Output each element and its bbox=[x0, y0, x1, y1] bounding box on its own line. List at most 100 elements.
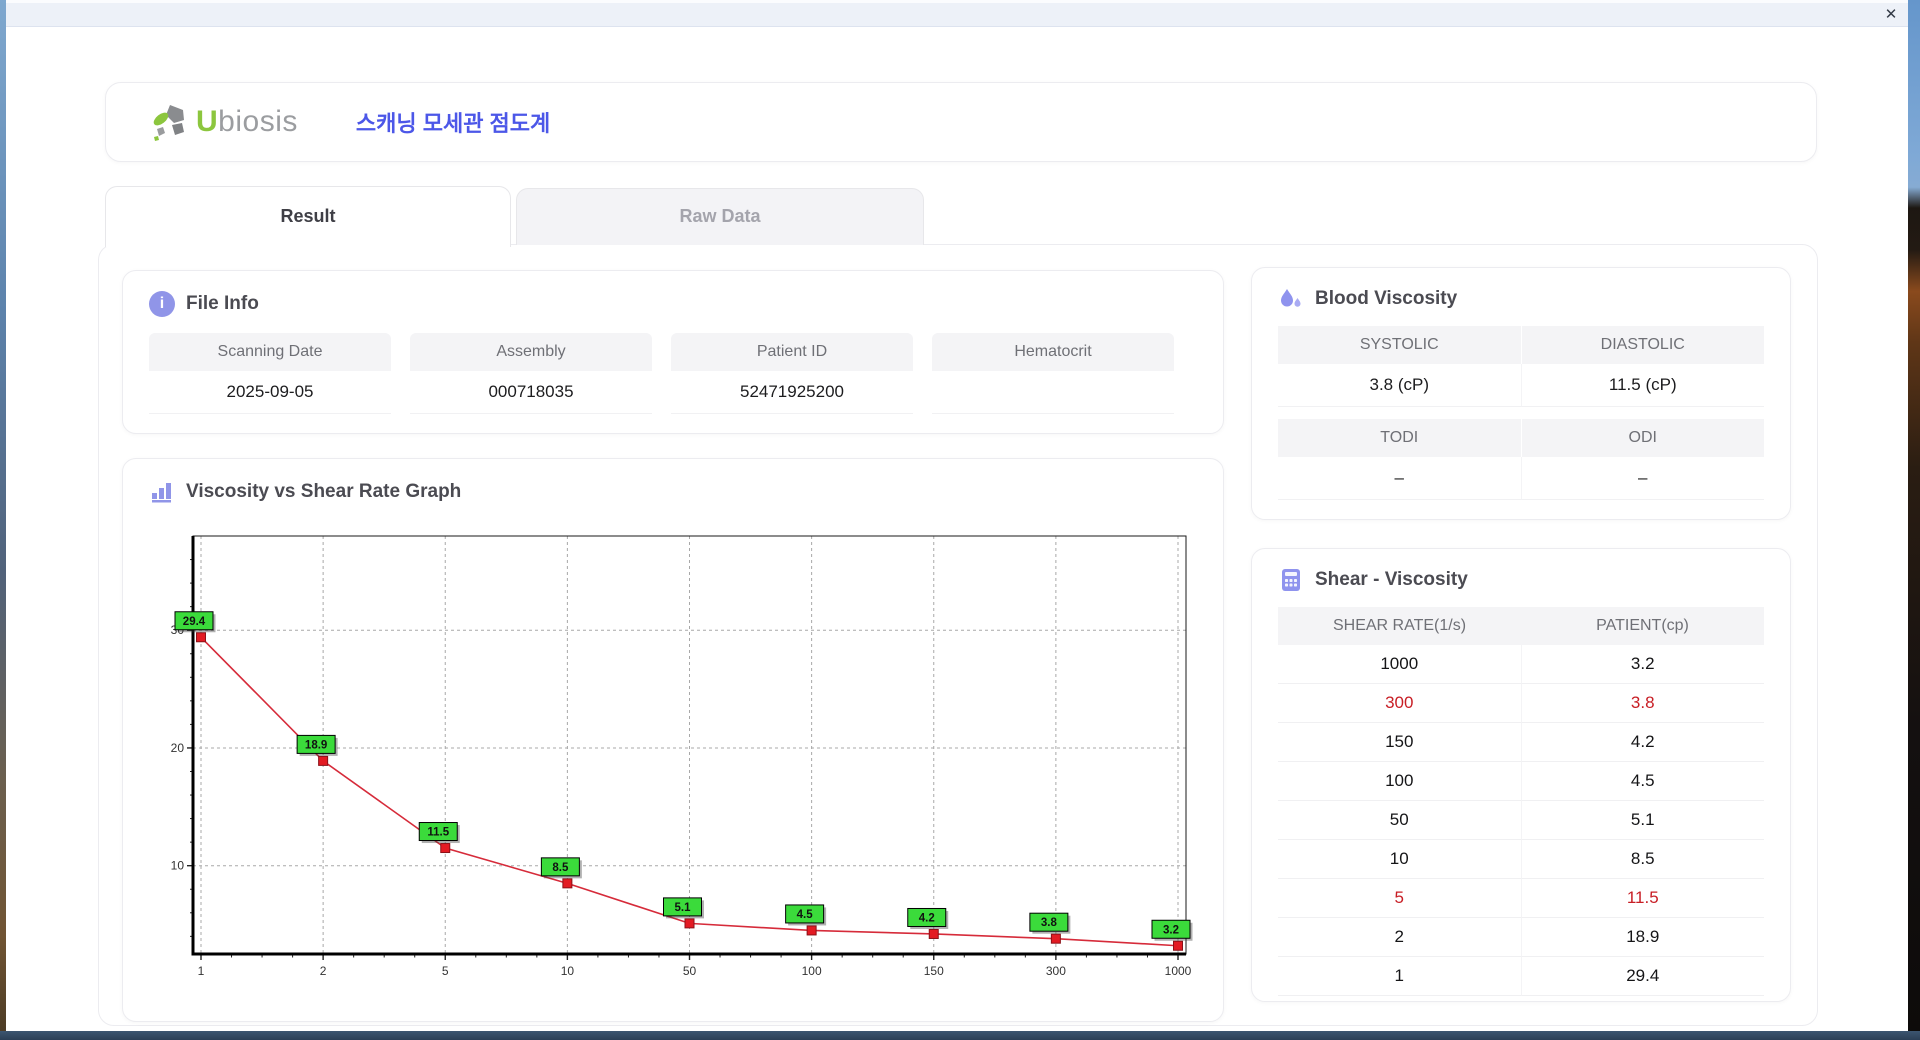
patient-viscosity-cell: 29.4 bbox=[1521, 957, 1764, 996]
chart-data-label-text: 8.5 bbox=[552, 862, 569, 874]
shear-rate-cell: 2 bbox=[1278, 918, 1522, 957]
chart-data-point bbox=[1050, 933, 1061, 944]
shear-table-row: 2 18.9 bbox=[1278, 918, 1764, 957]
chart-data-label-text: 5.1 bbox=[675, 902, 692, 914]
bv-header-row: TODI ODI bbox=[1278, 419, 1764, 457]
file-info-field-value bbox=[932, 371, 1174, 414]
bv-metric-value: – bbox=[1278, 457, 1522, 500]
file-info-field-label: Hematocrit bbox=[932, 333, 1174, 371]
patient-viscosity-cell: 5.1 bbox=[1521, 801, 1764, 840]
patient-viscosity-cell: 4.5 bbox=[1521, 762, 1764, 801]
file-info-field-label: Assembly bbox=[410, 333, 652, 371]
chart-data-point bbox=[562, 878, 573, 889]
file-info-field-label: Scanning Date bbox=[149, 333, 391, 371]
chart-data-label-text: 3.2 bbox=[1163, 924, 1179, 936]
chart-x-tick-label: 10 bbox=[561, 964, 575, 978]
shear-table-row: 1 29.4 bbox=[1278, 957, 1764, 996]
chart-x-tick-label: 5 bbox=[442, 964, 449, 978]
viscosity-chart: 1020301251050100150300100029.418.911.58.… bbox=[171, 535, 1193, 978]
shear-rate-cell: 5 bbox=[1278, 879, 1522, 918]
chart-x-tick-label: 50 bbox=[683, 964, 697, 978]
shear-rate-cell: 1000 bbox=[1278, 645, 1522, 684]
chart-data-label-text: 11.5 bbox=[427, 827, 449, 839]
patient-viscosity-cell: 18.9 bbox=[1521, 918, 1764, 957]
chart-data-point bbox=[684, 918, 695, 929]
chart-y-tick-label: 20 bbox=[171, 741, 185, 755]
chart-data-point bbox=[196, 632, 206, 643]
shear-table-row: 1000 3.2 bbox=[1278, 645, 1764, 684]
file-info-field: Patient ID 52471925200 bbox=[671, 333, 913, 414]
file-info-card: i File Info Scanning Date 2025-09-05 Assem… bbox=[122, 270, 1224, 434]
brand-name: Ubiosis bbox=[196, 105, 298, 139]
ubiosis-leaf-logo-icon bbox=[150, 102, 190, 142]
file-info-columns: Scanning Date 2025-09-05 Assembly 000718035… bbox=[149, 333, 1197, 414]
bv-header-row: SYSTOLIC DIASTOLIC bbox=[1278, 326, 1764, 364]
chart-data-point bbox=[806, 925, 817, 936]
chart-data-label-text: 4.2 bbox=[919, 912, 935, 924]
file-info-field-value: 2025-09-05 bbox=[149, 371, 391, 414]
patient-viscosity-cell: 3.2 bbox=[1521, 645, 1764, 684]
file-info-field: Scanning Date 2025-09-05 bbox=[149, 333, 391, 414]
shear-table-row: 100 4.5 bbox=[1278, 762, 1764, 801]
chart-data-point bbox=[1173, 940, 1183, 951]
shear-viscosity-card: Shear - Viscosity SHEAR RATE(1/s) PATIENT… bbox=[1251, 548, 1791, 1002]
calculator-icon bbox=[1278, 567, 1304, 593]
file-info-title: File Info bbox=[186, 293, 259, 314]
chart-data-point bbox=[440, 843, 451, 854]
shear-rate-cell: 300 bbox=[1278, 684, 1522, 723]
bv-metric-label: TODI bbox=[1278, 419, 1522, 457]
window-close-button[interactable]: ✕ bbox=[1880, 4, 1902, 24]
desktop-edge-right bbox=[1908, 0, 1920, 1040]
chart-x-tick-label: 1000 bbox=[1165, 964, 1192, 978]
chart-y-tick-label: 10 bbox=[171, 859, 185, 873]
chart-x-tick-label: 300 bbox=[1046, 964, 1066, 978]
shear-viscosity-title: Shear - Viscosity bbox=[1315, 569, 1468, 590]
chart-x-tick-label: 2 bbox=[320, 964, 327, 978]
bv-metric-label: DIASTOLIC bbox=[1521, 326, 1764, 364]
patient-viscosity-cell: 8.5 bbox=[1521, 840, 1764, 879]
file-info-field: Assembly 000718035 bbox=[410, 333, 652, 414]
bv-row-gap bbox=[1278, 407, 1764, 419]
chart-data-label-text: 3.8 bbox=[1041, 917, 1058, 929]
window-titlebar: ✕ bbox=[0, 0, 1920, 27]
shear-table-row: 150 4.2 bbox=[1278, 723, 1764, 762]
patient-viscosity-cell: 4.2 bbox=[1521, 723, 1764, 762]
graph-title: Viscosity vs Shear Rate Graph bbox=[186, 481, 462, 502]
desktop-edge-bottom bbox=[0, 1031, 1920, 1040]
tab-raw-data[interactable]: Raw Data bbox=[516, 188, 924, 245]
chart-data-label-text: 18.9 bbox=[305, 739, 327, 751]
blood-viscosity-title: Blood Viscosity bbox=[1315, 288, 1458, 309]
desktop-edge-left bbox=[0, 0, 6, 1040]
shear-table-row: 50 5.1 bbox=[1278, 801, 1764, 840]
bv-value-row: 3.8 (cP) 11.5 (cP) bbox=[1278, 364, 1764, 407]
shear-header-row: SHEAR RATE(1/s) PATIENT(cp) bbox=[1278, 607, 1764, 645]
file-info-field-value: 52471925200 bbox=[671, 371, 913, 414]
bv-metric-label: ODI bbox=[1521, 419, 1764, 457]
chart-data-label-text: 29.4 bbox=[183, 616, 206, 628]
blood-drop-icon bbox=[1278, 286, 1304, 312]
chart-data-point bbox=[928, 928, 939, 939]
patient-viscosity-cell: 3.8 bbox=[1521, 684, 1764, 723]
titlebar-highlight bbox=[0, 0, 1920, 3]
app-header: Ubiosis 스캐닝 모세관 점도계 bbox=[105, 82, 1817, 162]
shear-table: SHEAR RATE(1/s) PATIENT(cp) 1000 3.2 300 3.8 1… bbox=[1278, 607, 1764, 996]
chart-x-tick-label: 100 bbox=[802, 964, 822, 978]
shear-column-header: PATIENT(cp) bbox=[1521, 607, 1764, 645]
info-icon: i bbox=[149, 291, 175, 317]
chart-x-tick-label: 150 bbox=[924, 964, 944, 978]
app-title-korean: 스캐닝 모세관 점도계 bbox=[355, 111, 551, 136]
brand-name-u: U bbox=[196, 105, 219, 138]
bv-metric-value: 3.8 (cP) bbox=[1278, 364, 1522, 407]
brand-logo: Ubiosis bbox=[150, 102, 298, 142]
chart-data-label-text: 4.5 bbox=[797, 909, 814, 921]
bv-metric-value: – bbox=[1521, 457, 1764, 500]
app-window: ✕ Ubiosis 스캐닝 모세관 점도계 Result Raw Data i bbox=[0, 0, 1920, 1040]
tab-result[interactable]: Result bbox=[105, 186, 511, 247]
file-info-field-label: Patient ID bbox=[671, 333, 913, 371]
file-info-field-value: 000718035 bbox=[410, 371, 652, 414]
chart-x-tick-label: 1 bbox=[198, 964, 205, 978]
shear-rate-cell: 50 bbox=[1278, 801, 1522, 840]
chart-data-point bbox=[318, 755, 329, 766]
shear-rate-cell: 10 bbox=[1278, 840, 1522, 879]
patient-viscosity-cell: 11.5 bbox=[1521, 879, 1764, 918]
